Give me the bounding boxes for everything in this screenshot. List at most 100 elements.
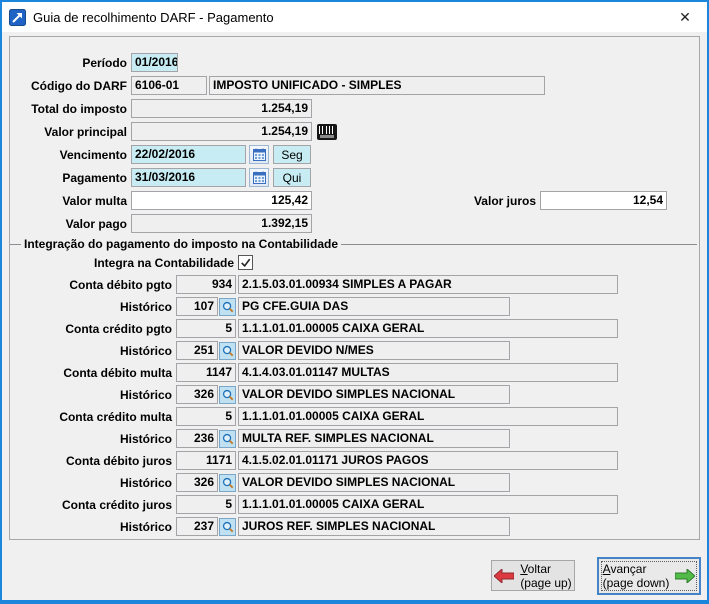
pagamento-calendar-button[interactable]	[249, 168, 269, 187]
vencimento-calendar-button[interactable]	[249, 145, 269, 164]
account-row-conta-credito-pgto: Conta crédito pgto 5 1.1.1.01.01.00005 C…	[10, 319, 699, 338]
codigo-darf-description: IMPOSTO UNIFICADO - SIMPLES	[209, 76, 545, 95]
avancar-label: Avançar	[603, 562, 670, 576]
row-vencimento: Vencimento 22/02/2016 Seg	[10, 145, 699, 164]
voltar-label: Voltar	[520, 562, 571, 576]
historico-code-field[interactable]: 237	[176, 517, 218, 536]
voltar-button[interactable]: Voltar (page up)	[491, 560, 575, 591]
section-rule	[10, 244, 21, 245]
historico-code-field[interactable]: 326	[176, 385, 218, 404]
magnifier-icon	[222, 521, 234, 533]
green-right-arrow-icon	[675, 569, 695, 583]
valor-multa-label: Valor multa	[10, 194, 131, 208]
row-integra-contabilidade: Integra na Contabilidade	[10, 253, 699, 272]
account-label: Histórico	[10, 476, 176, 490]
account-description-field: 4.1.4.03.01.01147 MULTAS	[238, 363, 618, 382]
row-pagamento: Pagamento 31/03/2016 Qui	[10, 168, 699, 187]
account-code-field[interactable]: 5	[176, 407, 236, 426]
historico-lookup-button[interactable]	[219, 474, 236, 492]
account-description-field: 1.1.1.01.01.00005 CAIXA GERAL	[238, 495, 618, 514]
valor-principal-label: Valor principal	[10, 125, 131, 139]
historico-lookup-button[interactable]	[219, 298, 236, 316]
historico-lookup-button[interactable]	[219, 518, 236, 536]
account-description-field: 1.1.1.01.01.00005 CAIXA GERAL	[238, 319, 618, 338]
account-code-field[interactable]: 5	[176, 495, 236, 514]
check-icon	[240, 257, 251, 268]
pagamento-weekday-badge: Qui	[273, 168, 311, 187]
account-label: Histórico	[10, 432, 176, 446]
close-button[interactable]: ✕	[663, 2, 707, 32]
valor-principal-field: 1.254,19	[131, 122, 312, 141]
account-row-historico: Histórico 107 PG CFE.GUIA DAS	[10, 297, 699, 316]
historico-code-field[interactable]: 107	[176, 297, 218, 316]
historico-lookup-button[interactable]	[219, 342, 236, 360]
valor-juros-input[interactable]: 12,54	[540, 191, 667, 210]
historico-code-field[interactable]: 251	[176, 341, 218, 360]
total-imposto-field: 1.254,19	[131, 99, 312, 118]
row-total-imposto: Total do imposto 1.254,19	[10, 99, 699, 118]
title-bar: Guia de recolhimento DARF - Pagamento ✕	[2, 2, 707, 32]
historico-description-field: VALOR DEVIDO SIMPLES NACIONAL	[238, 385, 510, 404]
avancar-button[interactable]: Avançar (page down)	[597, 557, 701, 595]
row-valor-principal: Valor principal 1.254,19	[10, 122, 699, 141]
account-code-field[interactable]: 1147	[176, 363, 236, 382]
boleto-barcode-button[interactable]	[316, 123, 338, 141]
periodo-input[interactable]: 01/2016	[131, 53, 178, 72]
account-code-field[interactable]: 934	[176, 275, 236, 294]
integra-checkbox[interactable]	[238, 255, 253, 270]
historico-description-field: VALOR DEVIDO N/MES	[238, 341, 510, 360]
calendar-icon	[253, 171, 266, 184]
magnifier-icon	[222, 345, 234, 357]
red-left-arrow-icon	[494, 569, 514, 583]
codigo-darf-label: Código do DARF	[10, 79, 131, 93]
integration-section-header: Integração do pagamento do imposto na Co…	[10, 237, 699, 251]
historico-lookup-button[interactable]	[219, 386, 236, 404]
section-title: Integração do pagamento do imposto na Co…	[21, 237, 341, 251]
total-imposto-label: Total do imposto	[10, 102, 131, 116]
row-codigo-darf: Código do DARF 6106-01 IMPOSTO UNIFICADO…	[10, 76, 699, 95]
window-title: Guia de recolhimento DARF - Pagamento	[33, 10, 663, 25]
account-label: Conta crédito multa	[10, 410, 176, 424]
historico-description-field: PG CFE.GUIA DAS	[238, 297, 510, 316]
account-row-conta-credito-juros: Conta crédito juros 5 1.1.1.01.01.00005 …	[10, 495, 699, 514]
historico-code-field[interactable]: 326	[176, 473, 218, 492]
account-label: Histórico	[10, 388, 176, 402]
historico-code-field[interactable]: 236	[176, 429, 218, 448]
account-row-conta-credito-multa: Conta crédito multa 5 1.1.1.01.01.00005 …	[10, 407, 699, 426]
magnifier-icon	[222, 477, 234, 489]
avancar-sublabel: (page down)	[603, 576, 670, 590]
historico-lookup-button[interactable]	[219, 430, 236, 448]
row-periodo: Período 01/2016	[10, 53, 699, 72]
magnifier-icon	[222, 433, 234, 445]
section-rule	[341, 244, 697, 245]
form-panel: Período 01/2016 Código do DARF 6106-01 I…	[9, 36, 700, 540]
account-label: Conta débito juros	[10, 454, 176, 468]
vencimento-date-input[interactable]: 22/02/2016	[131, 145, 246, 164]
historico-description-field: VALOR DEVIDO SIMPLES NACIONAL	[238, 473, 510, 492]
dialog-window: Guia de recolhimento DARF - Pagamento ✕ …	[0, 0, 709, 604]
barcode-icon	[317, 124, 337, 140]
periodo-label: Período	[10, 56, 131, 70]
codigo-darf-input[interactable]: 6106-01	[131, 76, 207, 95]
account-row-historico: Histórico 236 MULTA REF. SIMPLES NACIONA…	[10, 429, 699, 448]
pagamento-label: Pagamento	[10, 171, 131, 185]
account-label: Histórico	[10, 300, 176, 314]
account-row-conta-debito-multa: Conta débito multa 1147 4.1.4.03.01.0114…	[10, 363, 699, 382]
account-label: Histórico	[10, 344, 176, 358]
account-row-historico: Histórico 326 VALOR DEVIDO SIMPLES NACIO…	[10, 385, 699, 404]
account-label: Conta crédito pgto	[10, 322, 176, 336]
account-row-historico: Histórico 251 VALOR DEVIDO N/MES	[10, 341, 699, 360]
account-description-field: 1.1.1.01.01.00005 CAIXA GERAL	[238, 407, 618, 426]
account-code-field[interactable]: 1171	[176, 451, 236, 470]
account-row-historico: Histórico 326 VALOR DEVIDO SIMPLES NACIO…	[10, 473, 699, 492]
account-description-field: 2.1.5.03.01.00934 SIMPLES A PAGAR	[238, 275, 618, 294]
vencimento-weekday-badge: Seg	[273, 145, 311, 164]
account-label: Conta débito multa	[10, 366, 176, 380]
account-label: Conta débito pgto	[10, 278, 176, 292]
account-code-field[interactable]: 5	[176, 319, 236, 338]
account-row-historico: Histórico 237 JUROS REF. SIMPLES NACIONA…	[10, 517, 699, 536]
pagamento-date-input[interactable]: 31/03/2016	[131, 168, 246, 187]
historico-description-field: MULTA REF. SIMPLES NACIONAL	[238, 429, 510, 448]
account-row-conta-debito-juros: Conta débito juros 1171 4.1.5.02.01.0117…	[10, 451, 699, 470]
valor-multa-input[interactable]: 125,42	[131, 191, 312, 210]
